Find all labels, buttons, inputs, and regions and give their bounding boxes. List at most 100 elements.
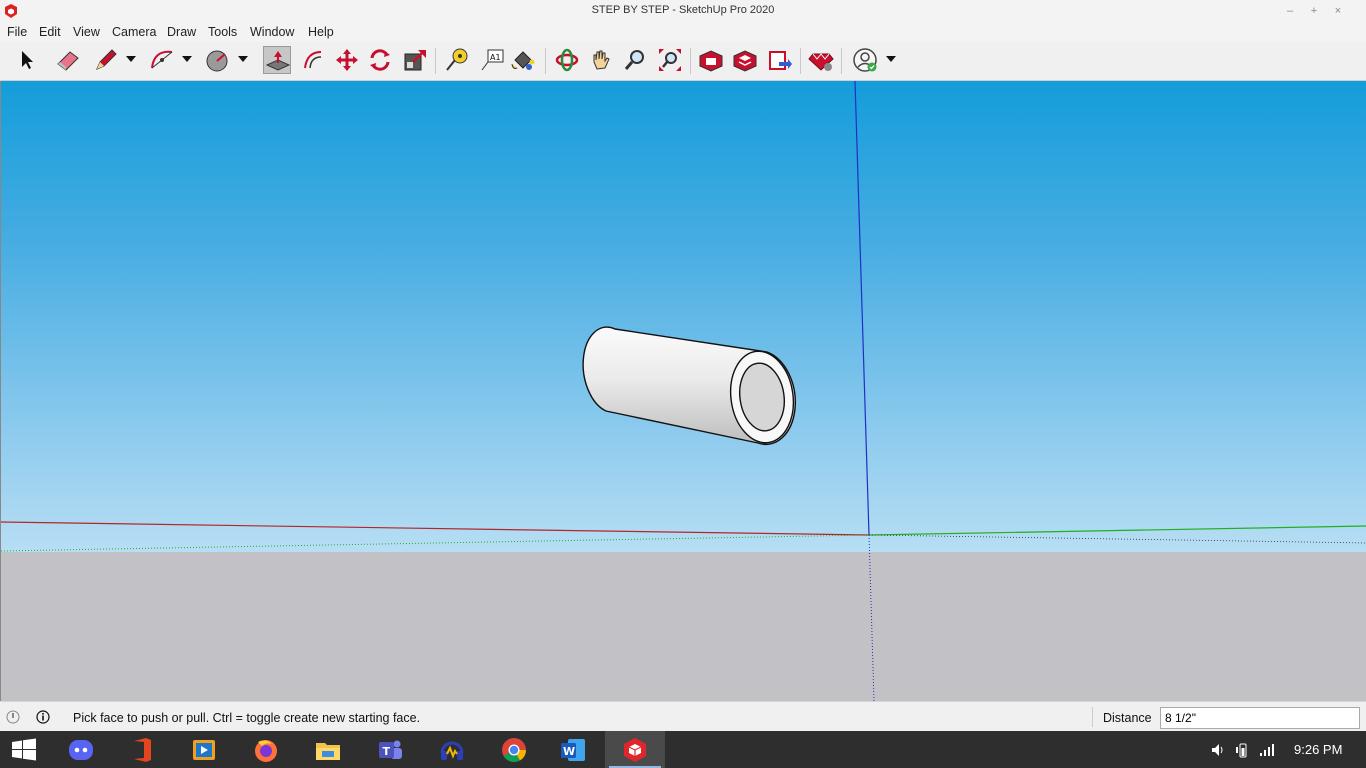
arc-tool-button[interactable]	[148, 46, 176, 74]
zoom-extents-tool-button[interactable]	[656, 46, 684, 74]
extension-warehouse-button[interactable]	[731, 46, 759, 74]
green-axis-hidden	[1, 534, 870, 552]
shapes-tool-button[interactable]	[204, 46, 232, 74]
ruby-icon	[808, 53, 834, 71]
move-icon	[336, 49, 358, 71]
text-tool-button[interactable]: A1	[478, 46, 506, 74]
taskbar-file-explorer[interactable]	[298, 731, 358, 768]
firefox-icon	[255, 740, 277, 762]
push-pull-tool-button[interactable]	[263, 46, 291, 74]
rotate-tool-button[interactable]	[366, 46, 394, 74]
network-signal-icon[interactable]	[1259, 742, 1275, 758]
offset-tool-button[interactable]	[299, 46, 327, 74]
account-icon	[853, 48, 877, 72]
hollow-cylinder[interactable]	[582, 326, 799, 447]
eraser-icon	[57, 51, 79, 71]
teams-icon: T	[379, 740, 402, 759]
extension-warehouse-icon	[733, 50, 757, 72]
volume-icon[interactable]	[1210, 742, 1226, 758]
svg-text:A1: A1	[490, 53, 501, 62]
menu-help[interactable]: Help	[308, 25, 334, 39]
select-tool-button[interactable]	[12, 46, 40, 74]
select-arrow-icon	[22, 51, 33, 69]
arc-icon	[151, 50, 173, 69]
menu-camera[interactable]: Camera	[112, 25, 156, 39]
push-pull-icon	[265, 51, 291, 71]
scale-tool-button[interactable]	[401, 46, 429, 74]
menu-bar: File Edit View Camera Draw Tools Window …	[0, 22, 1366, 42]
minimize-icon: –	[1286, 5, 1294, 17]
blue-axis-hidden	[868, 534, 875, 701]
move-tool-button[interactable]	[333, 46, 361, 74]
sketchup-icon	[624, 738, 646, 762]
zoom-icon	[624, 50, 644, 70]
menu-view[interactable]: View	[73, 25, 100, 39]
taskbar-audio-app[interactable]	[422, 731, 482, 768]
office-icon	[134, 738, 151, 762]
eraser-tool-button[interactable]	[54, 46, 82, 74]
geolocation-icon[interactable]	[6, 710, 20, 724]
orbit-icon	[555, 48, 579, 72]
taskbar-office[interactable]	[112, 731, 172, 768]
title-bar: STEP BY STEP - SketchUp Pro 2020 – + ×	[0, 0, 1366, 22]
media-player-icon	[193, 740, 215, 760]
account-button[interactable]	[851, 46, 879, 74]
windows-start-icon	[12, 738, 36, 761]
arc-dropdown-caret[interactable]	[182, 56, 192, 62]
taskbar-sketchup[interactable]	[605, 731, 665, 768]
extension-manager-button[interactable]	[807, 46, 835, 74]
word-icon: W	[561, 739, 585, 761]
status-separator	[1092, 707, 1093, 727]
info-icon[interactable]	[36, 710, 50, 724]
line-tool-button[interactable]	[92, 46, 120, 74]
layout-icon	[769, 51, 792, 70]
text-icon: A1	[481, 49, 504, 71]
blue-axis	[854, 81, 870, 536]
taskbar-discord[interactable]	[51, 731, 111, 768]
toolbar-separator	[690, 48, 691, 74]
pencil-icon	[96, 49, 117, 70]
shapes-dropdown-caret[interactable]	[238, 56, 248, 62]
taskbar-media-player[interactable]	[174, 731, 234, 768]
maximize-icon: +	[1310, 5, 1318, 17]
model-viewport[interactable]	[0, 81, 1366, 701]
red-axis-hidden	[868, 534, 1366, 544]
status-bar: Pick face to push or pull. Ctrl = toggle…	[0, 701, 1366, 732]
orbit-tool-button[interactable]	[553, 46, 581, 74]
menu-window[interactable]: Window	[250, 25, 294, 39]
line-dropdown-caret[interactable]	[126, 56, 136, 62]
account-dropdown-caret[interactable]	[886, 56, 896, 62]
taskbar: T W 9:26 PM	[0, 731, 1366, 768]
menu-draw[interactable]: Draw	[167, 25, 196, 39]
close-button[interactable]: ×	[1330, 3, 1346, 19]
measurements-input[interactable]	[1160, 707, 1360, 729]
offset-icon	[304, 51, 322, 69]
discord-icon	[69, 740, 93, 760]
taskbar-word[interactable]: W	[543, 731, 603, 768]
menu-edit[interactable]: Edit	[39, 25, 61, 39]
taskbar-chrome[interactable]	[484, 731, 544, 768]
close-icon: ×	[1334, 5, 1342, 17]
audio-app-icon	[440, 741, 464, 760]
3d-warehouse-button[interactable]	[697, 46, 725, 74]
toolbar-separator	[545, 48, 546, 74]
taskbar-clock[interactable]: 9:26 PM	[1294, 742, 1342, 757]
red-axis	[1, 521, 870, 536]
zoom-extents-icon	[659, 49, 681, 71]
svg-text:W: W	[563, 745, 575, 758]
maximize-button[interactable]: +	[1306, 3, 1322, 19]
tape-measure-icon	[446, 48, 468, 71]
taskbar-firefox[interactable]	[236, 731, 296, 768]
send-to-layout-button[interactable]	[766, 46, 794, 74]
battery-icon[interactable]	[1235, 742, 1251, 758]
menu-file[interactable]: File	[7, 25, 27, 39]
window-title: STEP BY STEP - SketchUp Pro 2020	[591, 4, 775, 16]
menu-tools[interactable]: Tools	[208, 25, 237, 39]
minimize-button[interactable]: –	[1282, 3, 1298, 19]
paint-bucket-tool-button[interactable]	[509, 46, 537, 74]
zoom-tool-button[interactable]	[621, 46, 649, 74]
circle-shape-icon	[206, 50, 228, 72]
tape-measure-tool-button[interactable]	[443, 46, 471, 74]
pan-tool-button[interactable]	[587, 46, 615, 74]
taskbar-teams[interactable]: T	[360, 731, 420, 768]
